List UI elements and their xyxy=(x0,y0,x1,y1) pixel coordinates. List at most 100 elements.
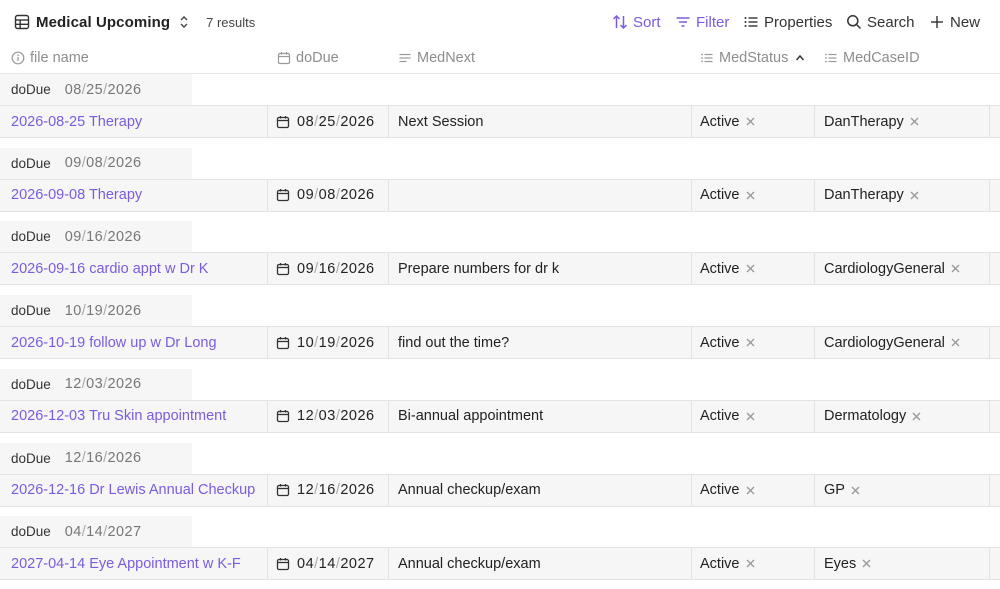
file-link[interactable]: 2026-08-25 Therapy xyxy=(11,114,142,130)
due-date-cell[interactable]: 08/25/2026 xyxy=(267,106,388,137)
medstatus-cell[interactable]: Active xyxy=(691,474,814,506)
medcaseid-cell[interactable]: Eyes xyxy=(814,548,989,580)
column-header-mednext[interactable]: MedNext xyxy=(398,43,475,73)
properties-button[interactable]: Properties xyxy=(743,11,832,33)
due-date-cell[interactable]: 04/14/2027 xyxy=(267,548,388,580)
due-date-value: 08/25/2026 xyxy=(297,113,375,130)
row-end xyxy=(989,400,1000,432)
group-key: doDue xyxy=(11,524,51,540)
due-date-value: 09/08/2026 xyxy=(297,187,375,204)
view-title[interactable]: Medical Upcoming xyxy=(36,14,170,31)
remove-icon[interactable] xyxy=(745,337,756,348)
file-link[interactable]: 2026-12-16 Dr Lewis Annual Checkup xyxy=(11,482,255,498)
file-link[interactable]: 2026-12-03 Tru Skin appointment xyxy=(11,408,226,424)
table-row: 2026-10-19 follow up w Dr Long 10/19/202… xyxy=(0,326,1000,360)
medcaseid-cell[interactable]: DanTherapy xyxy=(814,179,989,211)
medstatus-cell[interactable]: Active xyxy=(691,179,814,211)
remove-icon[interactable] xyxy=(850,485,861,496)
group-key: doDue xyxy=(11,155,51,171)
remove-icon[interactable] xyxy=(911,411,922,422)
file-link[interactable]: 2027-04-14 Eye Appointment w K-F xyxy=(11,556,241,572)
mednext-cell[interactable]: find out the time? xyxy=(388,327,691,359)
remove-icon[interactable] xyxy=(745,558,756,569)
due-date-cell[interactable]: 09/08/2026 xyxy=(267,179,388,211)
group-key: doDue xyxy=(11,303,51,319)
remove-icon[interactable] xyxy=(745,263,756,274)
list-icon xyxy=(701,53,713,63)
due-date-cell[interactable]: 12/03/2026 xyxy=(267,400,388,432)
due-date-value: 12/03/2026 xyxy=(297,408,375,425)
list-icon xyxy=(744,17,758,27)
row-end xyxy=(989,327,1000,359)
column-label: MedStatus xyxy=(719,50,789,66)
medcaseid-value: Dermatology xyxy=(824,408,907,425)
remove-icon[interactable] xyxy=(909,116,920,127)
mednext-cell[interactable]: Annual checkup/exam xyxy=(388,548,691,580)
file-link[interactable]: 2026-09-16 cardio appt w Dr K xyxy=(11,261,208,277)
medstatus-value: Active xyxy=(700,555,740,572)
file-link[interactable]: 2026-10-19 follow up w Dr Long xyxy=(11,335,217,351)
sort-label: Sort xyxy=(633,13,661,31)
remove-icon[interactable] xyxy=(861,558,872,569)
medcaseid-cell[interactable]: CardiologyGeneral xyxy=(814,327,989,359)
date-group: doDue 09/08/2026 2026-09-08 Therapy 09/0… xyxy=(0,147,1000,222)
due-date-cell[interactable]: 10/19/2026 xyxy=(267,327,388,359)
medstatus-cell[interactable]: Active xyxy=(691,548,814,580)
mednext-value: Annual checkup/exam xyxy=(398,482,541,498)
due-date-cell[interactable]: 12/16/2026 xyxy=(267,474,388,506)
remove-icon[interactable] xyxy=(745,485,756,496)
medstatus-cell[interactable]: Active xyxy=(691,253,814,285)
remove-icon[interactable] xyxy=(745,411,756,422)
medcaseid-value: GP xyxy=(824,482,845,498)
file-link[interactable]: 2026-09-08 Therapy xyxy=(11,187,142,203)
calendar-icon xyxy=(277,52,291,65)
calendar-icon xyxy=(276,115,290,128)
column-label: file name xyxy=(30,50,89,66)
medstatus-cell[interactable]: Active xyxy=(691,400,814,432)
medcaseid-cell[interactable]: Dermatology xyxy=(814,400,989,432)
medstatus-cell[interactable]: Active xyxy=(691,327,814,359)
sort-button[interactable]: Sort xyxy=(612,11,661,33)
medcaseid-cell[interactable]: DanTherapy xyxy=(814,106,989,137)
row-end xyxy=(989,548,1000,580)
search-button[interactable]: Search xyxy=(846,11,915,33)
mednext-cell[interactable]: Next Session xyxy=(388,106,691,137)
file-name-cell: 2026-12-16 Dr Lewis Annual Checkup xyxy=(0,475,267,506)
table-row: 2026-12-16 Dr Lewis Annual Checkup 12/16… xyxy=(0,473,1000,507)
date-group: doDue 09/16/2026 2026-09-16 cardio appt … xyxy=(0,221,1000,295)
remove-icon[interactable] xyxy=(745,116,756,127)
date-group: doDue 12/16/2026 2026-12-16 Dr Lewis Ann… xyxy=(0,442,1000,517)
medstatus-cell[interactable]: Active xyxy=(691,106,814,137)
table-row: 2026-09-08 Therapy 09/08/2026 Active Dan… xyxy=(0,178,1000,212)
column-header-file-name[interactable]: file name xyxy=(11,43,89,73)
medcaseid-cell[interactable]: GP xyxy=(814,474,989,506)
group-header: doDue 12/16/2026 xyxy=(0,442,192,474)
mednext-cell[interactable]: Prepare numbers for dr k xyxy=(388,253,691,285)
group-key: doDue xyxy=(11,82,51,97)
group-value: 12/16/2026 xyxy=(64,450,142,466)
mednext-cell[interactable] xyxy=(388,179,691,211)
column-header-medstatus[interactable]: MedStatus xyxy=(700,43,805,73)
new-button[interactable]: New xyxy=(929,11,980,33)
properties-label: Properties xyxy=(764,13,833,31)
column-header-medcaseid[interactable]: MedCaseID xyxy=(824,43,920,73)
date-group: doDue 10/19/2026 2026-10-19 follow up w … xyxy=(0,295,1000,369)
medcaseid-value: DanTherapy xyxy=(824,113,904,130)
file-name-cell: 2026-10-19 follow up w Dr Long xyxy=(0,327,267,358)
medcaseid-cell[interactable]: CardiologyGeneral xyxy=(814,253,989,285)
table-row: 2027-04-14 Eye Appointment w K-F 04/14/2… xyxy=(0,547,1000,581)
group-value: 04/14/2027 xyxy=(64,523,142,540)
column-header-dodue[interactable]: doDue xyxy=(277,43,339,73)
toolbar: Medical Upcoming 7 results Sort Filter P… xyxy=(0,0,1000,43)
group-value: 09/08/2026 xyxy=(64,155,142,172)
remove-icon[interactable] xyxy=(909,190,920,201)
remove-icon[interactable] xyxy=(950,337,961,348)
mednext-cell[interactable]: Bi-annual appointment xyxy=(388,400,691,432)
calendar-icon xyxy=(276,189,290,202)
filter-button[interactable]: Filter xyxy=(675,11,729,33)
remove-icon[interactable] xyxy=(745,190,756,201)
remove-icon[interactable] xyxy=(950,263,961,274)
mednext-cell[interactable]: Annual checkup/exam xyxy=(388,474,691,506)
due-date-cell[interactable]: 09/16/2026 xyxy=(267,253,388,285)
chevron-up-down-icon[interactable] xyxy=(178,15,190,29)
